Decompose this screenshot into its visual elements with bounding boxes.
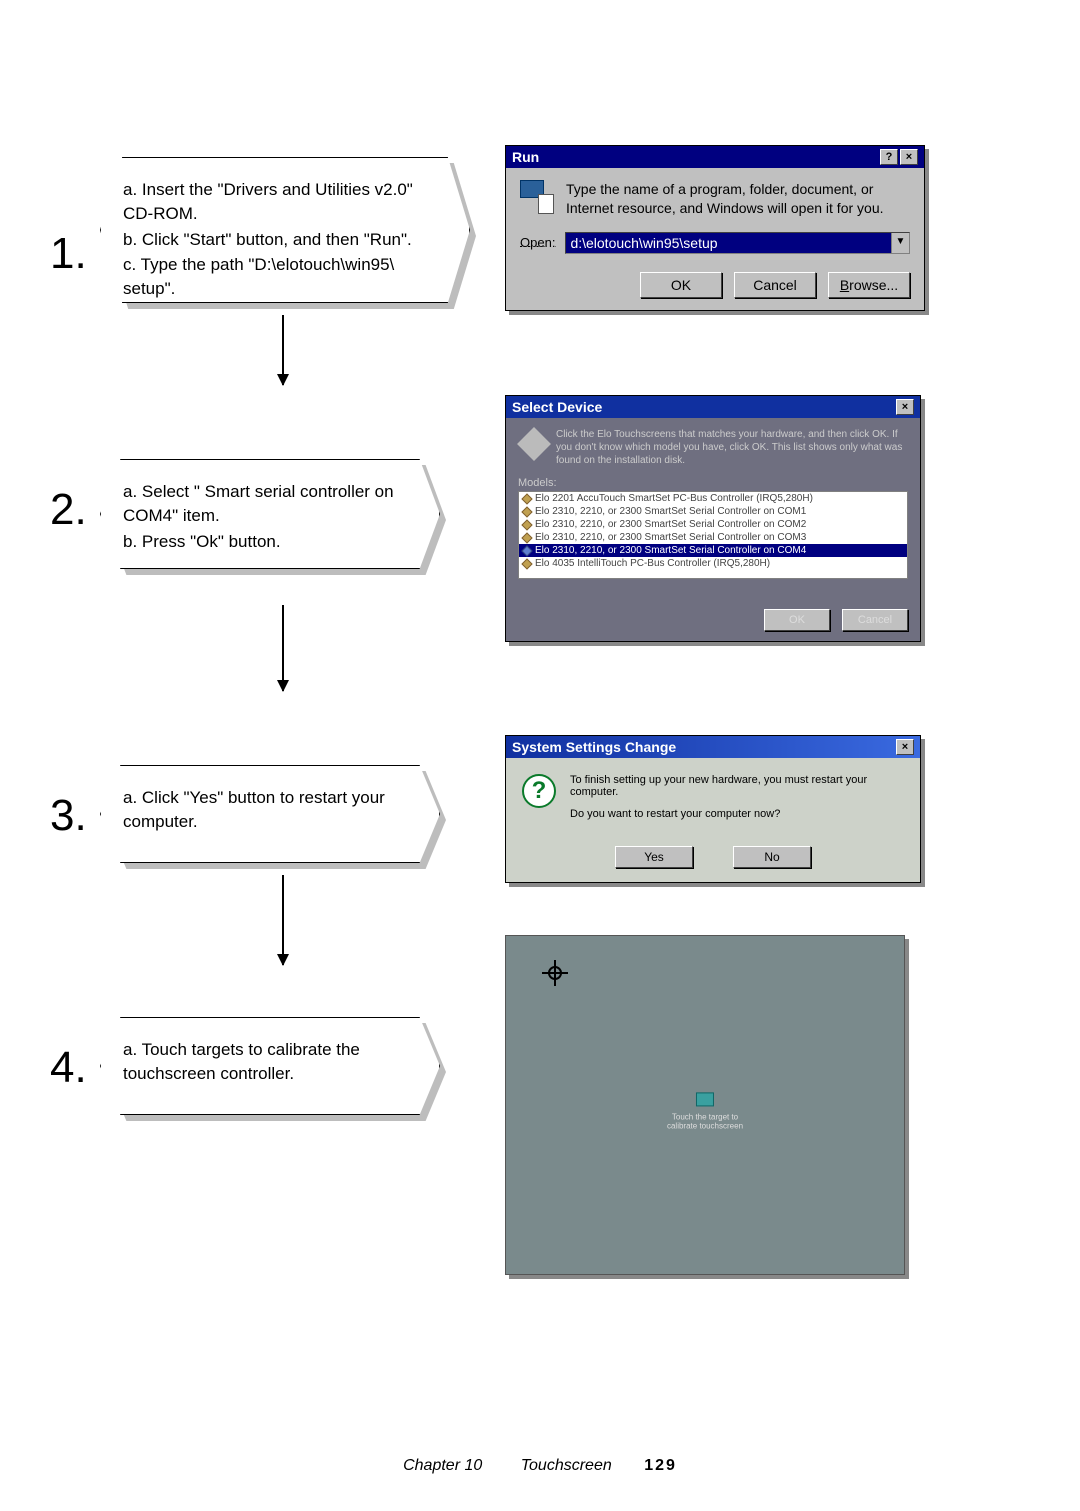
run-description: Type the name of a program, folder, docu… [566,180,910,218]
step-1-callout: a. Insert the "Drivers and Utilities v2.… [100,157,470,303]
close-icon[interactable]: × [900,149,918,165]
models-label: Models: [518,477,908,489]
ssc-titlebar: System Settings Change × [506,736,920,758]
step-2-line-a: a. Select " Smart serial controller on C… [123,480,417,528]
run-program-icon [520,180,554,214]
cancel-button[interactable]: Cancel [842,609,908,631]
step-4-callout: a. Touch targets to calibrate the touchs… [100,1017,440,1115]
footer-page-number: 129 [644,1457,677,1475]
list-item[interactable]: Elo 2310, 2210, or 2300 SmartSet Serial … [519,518,907,531]
list-item[interactable]: Elo 2310, 2210, or 2300 SmartSet Serial … [519,531,907,544]
step-4-line-a: a. Touch targets to calibrate the touchs… [123,1038,417,1086]
calibration-caption: Touch the target to calibrate touchscree… [667,1092,743,1131]
step-number-3: 3. [50,791,87,841]
flow-arrow-3 [282,875,284,965]
list-item[interactable]: Elo 2310, 2210, or 2300 SmartSet Serial … [519,505,907,518]
ssc-line-1: To finish setting up your new hardware, … [570,774,904,798]
step-1-line-b: b. Click "Start" button, and then "Run". [123,228,447,252]
open-combobox[interactable]: ▼ [565,232,910,254]
select-device-dialog: Select Device × Click the Elo Touchscree… [505,395,921,642]
system-settings-change-dialog: System Settings Change × ? To finish set… [505,735,921,883]
calibration-target-icon[interactable] [542,960,568,986]
help-icon[interactable]: ? [880,149,898,165]
list-item[interactable]: Elo 4035 IntelliTouch PC-Bus Controller … [519,557,907,570]
browse-button[interactable]: BBrowse...rowse... [828,272,910,298]
close-icon[interactable]: × [896,739,914,755]
device-info-icon [517,427,551,461]
ok-button[interactable]: OK [764,609,830,631]
open-input[interactable] [566,233,891,253]
models-listbox[interactable]: Elo 2201 AccuTouch SmartSet PC-Bus Contr… [518,491,908,579]
calibration-panel: Touch the target to calibrate touchscree… [505,935,905,1275]
monitor-icon [696,1092,714,1106]
list-item[interactable]: Elo 2201 AccuTouch SmartSet PC-Bus Contr… [519,492,907,505]
run-title: Run [512,149,539,165]
close-icon[interactable]: × [896,399,914,415]
ssc-title: System Settings Change [512,739,676,755]
no-button[interactable]: No [733,846,811,868]
question-icon: ? [522,774,556,808]
calibration-caption-line2: calibrate touchscreen [667,1122,743,1132]
ssc-line-2: Do you want to restart your computer now… [570,808,904,820]
ok-button[interactable]: OK [640,272,722,298]
step-3-callout: a. Click "Yes" button to restart your co… [100,765,440,863]
step-number-4: 4. [50,1043,87,1093]
run-dialog: Run ? × Type the name of a program, fold… [505,145,925,311]
chevron-down-icon[interactable]: ▼ [891,233,909,253]
select-device-titlebar: Select Device × [506,396,920,418]
flow-arrow-2 [282,605,284,691]
step-number-2: 2. [50,485,87,535]
run-titlebar: Run ? × [506,146,924,168]
select-device-info: Click the Elo Touchscreens that matches … [556,428,908,467]
select-device-title: Select Device [512,399,602,415]
step-1-line-a: a. Insert the "Drivers and Utilities v2.… [123,178,447,226]
step-3-line-a: a. Click "Yes" button to restart your co… [123,786,417,834]
flow-arrow-1 [282,315,284,385]
footer-section: Touchscreen [521,1457,612,1475]
page-footer: Chapter 10 Touchscreen 129 [0,1457,1080,1475]
calibration-caption-line1: Touch the target to [667,1112,743,1122]
open-label: Open: [520,235,555,250]
step-1-line-c: c. Type the path "D:\elotouch\win95\ set… [123,253,447,301]
step-2-callout: a. Select " Smart serial controller on C… [100,459,440,569]
footer-chapter: Chapter 10 [403,1457,482,1475]
yes-button[interactable]: Yes [615,846,693,868]
step-2-line-b: b. Press "Ok" button. [123,530,417,554]
step-number-1: 1. [50,229,87,279]
list-item-selected[interactable]: Elo 2310, 2210, or 2300 SmartSet Serial … [519,544,907,557]
cancel-button[interactable]: Cancel [734,272,816,298]
